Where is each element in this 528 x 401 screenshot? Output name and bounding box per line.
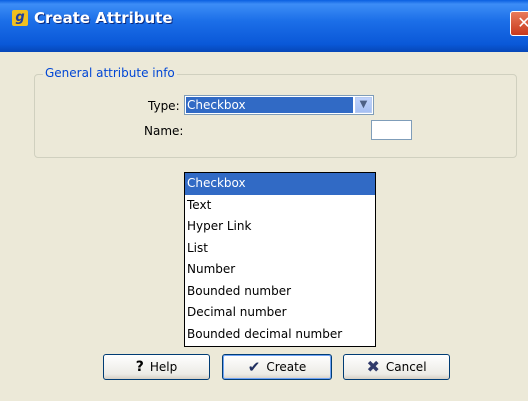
dropdown-option-checkbox[interactable]: Checkbox [185,173,375,195]
name-label: Name: [144,124,184,138]
dropdown-option-bounded-decimal-number[interactable]: Bounded decimal number [185,324,375,346]
type-label: Type: [148,99,180,113]
group-legend: General attribute info [43,66,177,80]
type-select-value: Checkbox [186,97,353,113]
dropdown-option-text[interactable]: Text [185,195,375,217]
question-icon: ? [135,359,144,375]
type-dropdown-list[interactable]: Checkbox Text Hyper Link List Number Bou… [184,172,376,347]
close-button[interactable]: ✕ [510,11,528,36]
app-icon: g [12,10,28,26]
dropdown-option-number[interactable]: Number [185,259,375,281]
close-icon: ✕ [517,13,528,32]
help-button[interactable]: ? Help [103,354,210,380]
create-button-label: Create [266,360,307,374]
x-icon: ✖ [366,357,380,376]
cancel-button[interactable]: ✖ Cancel [343,354,450,380]
cancel-button-label: Cancel [385,360,427,374]
create-button[interactable]: ✔ Create [222,354,332,380]
general-attribute-group: General attribute info [34,66,517,158]
name-field[interactable] [371,120,412,140]
dropdown-option-bounded-number[interactable]: Bounded number [185,281,375,303]
dropdown-option-list[interactable]: List [185,238,375,260]
title-bar[interactable]: g Create Attribute ✕ [0,0,528,52]
chevron-down-icon[interactable]: ▼ [355,97,372,113]
help-button-label: Help [149,360,178,374]
dropdown-option-hyper-link[interactable]: Hyper Link [185,216,375,238]
dropdown-option-decimal-number[interactable]: Decimal number [185,302,375,324]
type-select[interactable]: Checkbox ▼ [184,95,374,115]
window-title: Create Attribute [34,9,173,27]
checkmark-icon: ✔ [247,358,261,376]
dialog-body: General attribute info Type: Checkbox ▼ … [0,52,528,401]
